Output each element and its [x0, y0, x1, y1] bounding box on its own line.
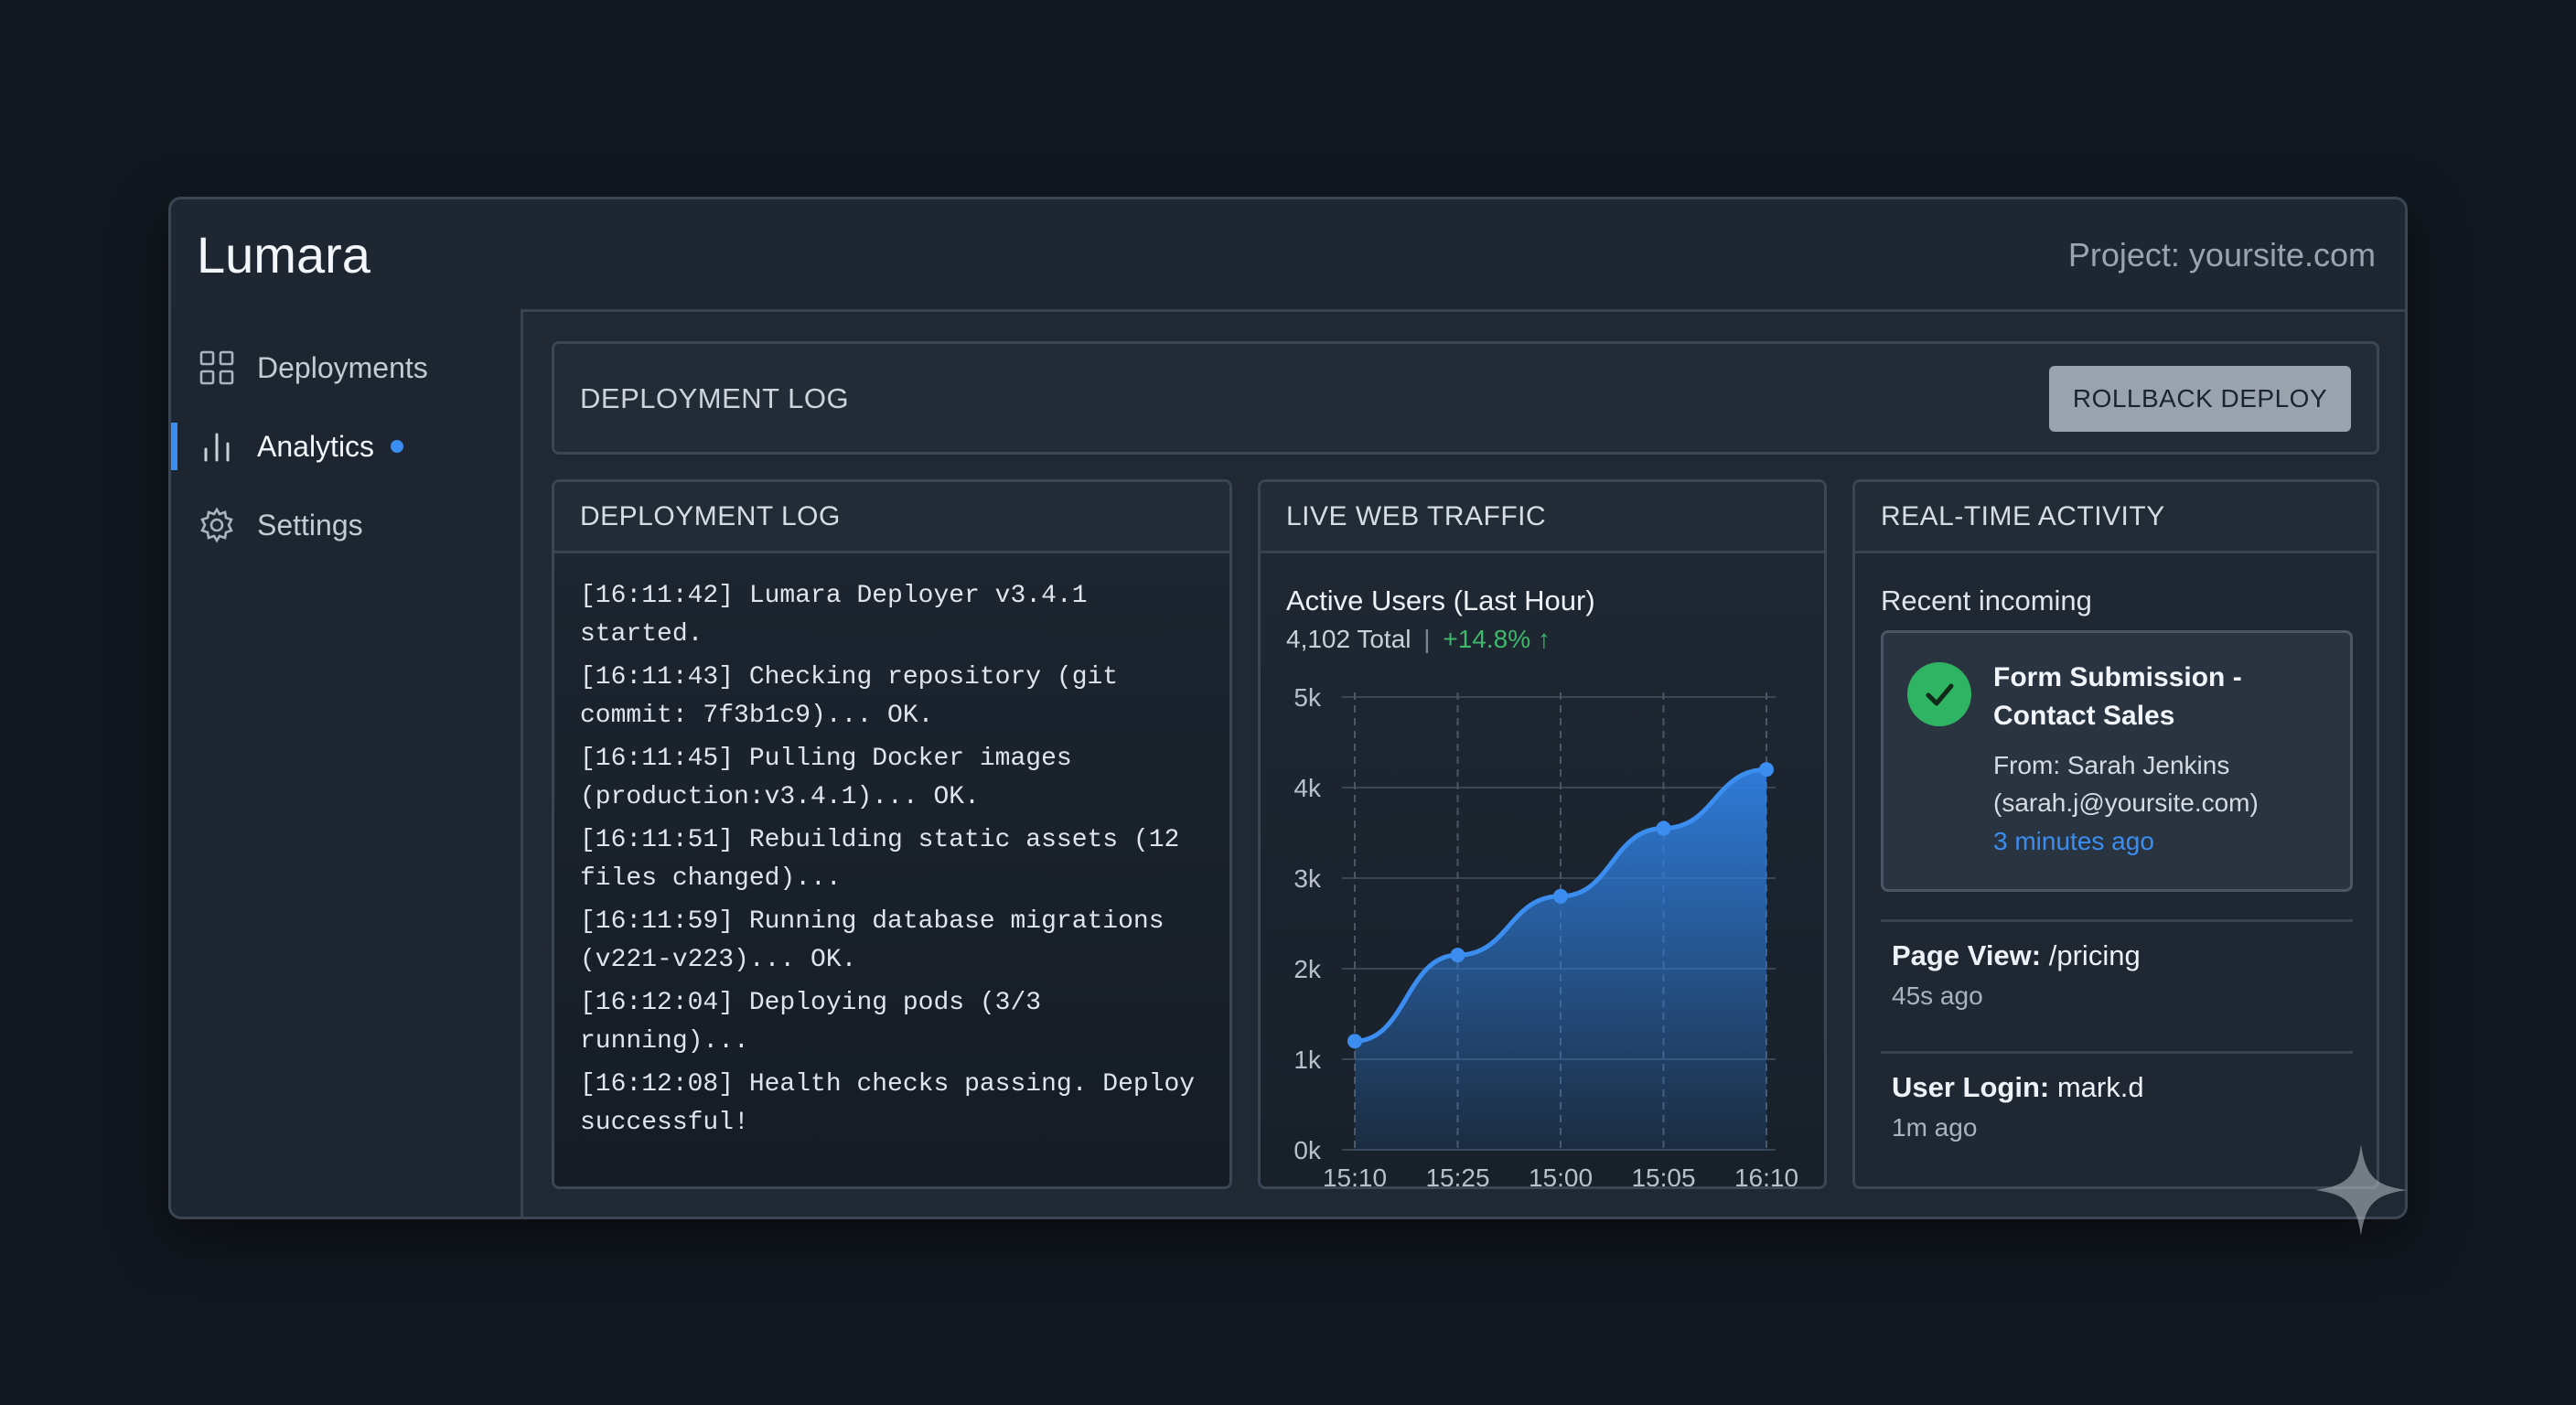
sidebar: Deployments Analytics Settings: [171, 309, 523, 1217]
log-output: [16:11:42] Lumara Deployer v3.4.1 starte…: [554, 553, 1229, 1171]
recent-incoming-label: Recent incoming: [1881, 585, 2092, 617]
data-point[interactable]: [1656, 820, 1671, 836]
sidebar-item-analytics[interactable]: Analytics: [171, 410, 521, 483]
app-title: Lumara: [197, 226, 370, 284]
card-from: From: Sarah Jenkins (sarah.j@yoursite.co…: [1993, 751, 2259, 817]
activity-item-page-view[interactable]: Page View: /pricing 45s ago: [1892, 939, 2141, 1011]
active-users-total: 4,102 Total | +14.8% ↑: [1286, 625, 1551, 654]
total-count: 4,102 Total: [1286, 625, 1411, 653]
data-point[interactable]: [1759, 762, 1774, 778]
data-point[interactable]: [1450, 948, 1465, 963]
title-bar: Lumara Project: yoursite.com: [171, 199, 2405, 312]
log-line: [16:11:59] Running database migrations (…: [580, 907, 1165, 974]
divider: [1881, 919, 2353, 922]
activity-time: 45s ago: [1892, 981, 1983, 1010]
divider: [1881, 1051, 2353, 1054]
y-tick-label: 2k: [1293, 955, 1322, 983]
active-indicator-dot: [391, 440, 404, 453]
data-point[interactable]: [1553, 888, 1568, 904]
form-submission-card[interactable]: Form Submission - Contact Sales From: Sa…: [1881, 630, 2353, 892]
activity-item-user-login[interactable]: User Login: mark.d 1m ago: [1892, 1071, 2144, 1142]
deployment-header-panel: DEPLOYMENT LOG ROLLBACK DEPLOY: [552, 341, 2379, 455]
app-window: Lumara Project: yoursite.com Deployments…: [168, 197, 2408, 1219]
grid-icon: [199, 349, 235, 386]
traffic-chart: 0k 1k 2k 3k 4k 5k 15:10 15:25 15:00 15:05 16:10: [1293, 683, 1798, 1186]
log-line: [16:11:43] Checking repository (git comm…: [580, 663, 1119, 730]
bar-chart-icon: [199, 428, 235, 465]
project-label: Project: yoursite.com: [2067, 236, 2376, 273]
sidebar-item-label: Settings: [257, 508, 363, 542]
sidebar-item-label: Analytics: [257, 429, 375, 463]
check-circle-icon: [1907, 662, 1971, 726]
data-point[interactable]: [1347, 1034, 1362, 1049]
x-tick-label: 15:00: [1529, 1164, 1593, 1186]
live-traffic-panel: LIVE WEB TRAFFIC Active Users (Last Hour…: [1258, 479, 1827, 1189]
deployment-log-title: DEPLOYMENT LOG: [554, 482, 1229, 553]
activity-value: mark.d: [2056, 1071, 2144, 1103]
sidebar-item-settings[interactable]: Settings: [171, 488, 521, 562]
card-title: Form Submission - Contact Sales: [1993, 662, 2242, 731]
log-line: [16:11:51] Rebuilding static assets (12 …: [580, 826, 1180, 893]
gear-icon: [199, 507, 235, 543]
activity-label: User Login:: [1892, 1071, 2050, 1103]
deployment-header-title: DEPLOYMENT LOG: [580, 382, 850, 414]
log-line: [16:11:45] Pulling Docker images (produc…: [580, 745, 1072, 811]
y-tick-label: 3k: [1293, 864, 1322, 893]
log-line: [16:12:04] Deploying pods (3/3 running).…: [580, 989, 1042, 1056]
sidebar-item-label: Deployments: [257, 350, 428, 384]
change-indicator: +14.8% ↑: [1443, 625, 1551, 653]
live-traffic-title: LIVE WEB TRAFFIC: [1261, 482, 1824, 553]
realtime-activity-panel: REAL-TIME ACTIVITY Recent incoming Form …: [1852, 479, 2379, 1189]
x-tick-label: 16:10: [1734, 1164, 1798, 1186]
y-tick-label: 5k: [1293, 683, 1322, 712]
x-tick-label: 15:25: [1425, 1164, 1489, 1186]
deployment-log-panel: DEPLOYMENT LOG [16:11:42] Lumara Deploye…: [552, 479, 1232, 1189]
active-users-title: Active Users (Last Hour): [1286, 585, 1595, 617]
card-time: 3 minutes ago: [1993, 827, 2154, 855]
log-line: [16:11:42] Lumara Deployer v3.4.1 starte…: [580, 582, 1088, 649]
sidebar-item-deployments[interactable]: Deployments: [171, 331, 521, 404]
rollback-deploy-button[interactable]: ROLLBACK DEPLOY: [2049, 366, 2351, 432]
activity-value: /pricing: [2048, 939, 2141, 971]
realtime-activity-title: REAL-TIME ACTIVITY: [1855, 482, 2377, 553]
y-tick-label: 1k: [1293, 1046, 1322, 1074]
sparkle-icon: [2315, 1144, 2407, 1236]
x-tick-label: 15:05: [1631, 1164, 1695, 1186]
log-line: [16:12:08] Health checks passing. Deploy…: [580, 1070, 1196, 1137]
x-tick-label: 15:10: [1323, 1164, 1387, 1186]
y-tick-label: 0k: [1293, 1136, 1322, 1164]
activity-label: Page View:: [1892, 939, 2042, 971]
total-separator: |: [1423, 625, 1431, 653]
activity-time: 1m ago: [1892, 1113, 1978, 1142]
y-tick-label: 4k: [1293, 774, 1322, 802]
